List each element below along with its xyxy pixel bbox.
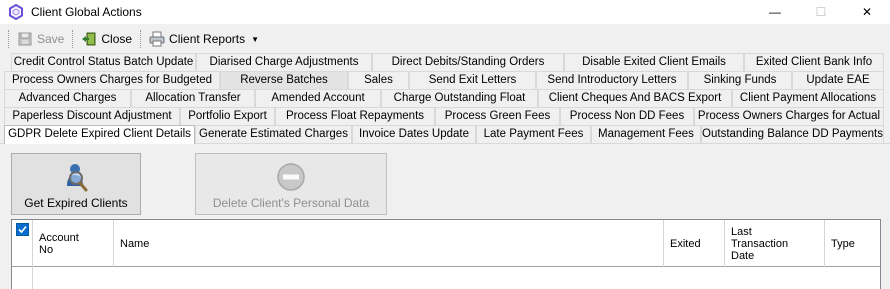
printer-icon (149, 31, 165, 47)
tab-invoice-dates-update[interactable]: Invoice Dates Update (352, 125, 476, 143)
select-all-checkbox[interactable] (15, 223, 29, 236)
close-button[interactable]: Close (77, 28, 136, 50)
window-title: Client Global Actions (31, 5, 142, 19)
delete-personal-data-button[interactable]: Delete Client's Personal Data (195, 153, 387, 215)
tab-exited-client-bank-info[interactable]: Exited Client Bank Info (744, 53, 884, 71)
get-expired-clients-label: Get Expired Clients (24, 196, 128, 210)
tab-diarised-charge-adjustments[interactable]: Diarised Charge Adjustments (196, 53, 372, 71)
tab-process-owners-charges-budgeted[interactable]: Process Owners Charges for Budgeted (4, 71, 220, 89)
tab-update-eae[interactable]: Update EAE (792, 71, 884, 89)
tab-portfolio-export[interactable]: Portfolio Export (180, 107, 275, 125)
tab-outstanding-balance-dd-payments[interactable]: Outstanding Balance DD Payments (701, 125, 884, 143)
tab-row-2: Process Owners Charges for Budgeted Reve… (0, 71, 890, 89)
tab-generate-estimated-charges[interactable]: Generate Estimated Charges (195, 125, 352, 143)
close-window-button[interactable]: ✕ (844, 0, 890, 24)
app-logo-icon (9, 4, 23, 20)
tab-sinking-funds[interactable]: Sinking Funds (688, 71, 792, 89)
toolbar-separator (72, 30, 74, 48)
chevron-down-icon: ▼ (251, 34, 259, 44)
tab-client-cheques-bacs-export[interactable]: Client Cheques And BACS Export (538, 89, 732, 107)
gdpr-tab-page: Get Expired Clients Delete Client's Pers… (0, 143, 890, 289)
grid-header: Account No Name Exited Last Transaction … (12, 220, 880, 267)
tab-direct-debits-standing-orders[interactable]: Direct Debits/Standing Orders (372, 53, 564, 71)
maximize-button[interactable]: ☐ (798, 0, 844, 24)
remove-circle-icon (277, 163, 305, 191)
tab-gdpr-delete-expired-client-details[interactable]: GDPR Delete Expired Client Details (4, 125, 195, 144)
column-type[interactable]: Type (825, 220, 880, 267)
tab-row-5: GDPR Delete Expired Client Details Gener… (0, 125, 890, 144)
tab-client-payment-allocations[interactable]: Client Payment Allocations (732, 89, 884, 107)
tab-send-introductory-letters[interactable]: Send Introductory Letters (536, 71, 688, 89)
person-search-icon (67, 164, 88, 192)
column-exited[interactable]: Exited (664, 220, 725, 267)
tab-row-4: Paperless Discount Adjustment Portfolio … (0, 107, 890, 125)
column-last-transaction-date[interactable]: Last Transaction Date (725, 220, 825, 267)
tab-credit-control-status-batch-update[interactable]: Credit Control Status Batch Update (11, 53, 196, 71)
tab-process-float-repayments[interactable]: Process Float Repayments (275, 107, 435, 125)
save-icon (18, 32, 32, 46)
tab-process-owners-charges-actual[interactable]: Process Owners Charges for Actual (694, 107, 884, 125)
toolbar-separator (140, 30, 142, 48)
client-reports-label: Client Reports (169, 32, 246, 46)
tab-late-payment-fees[interactable]: Late Payment Fees (476, 125, 591, 143)
select-all-column (12, 220, 33, 267)
tab-reverse-batches[interactable]: Reverse Batches (220, 71, 348, 89)
delete-personal-data-label: Delete Client's Personal Data (212, 196, 370, 210)
toolbar-grip (8, 30, 9, 48)
tab-paperless-discount-adjustment[interactable]: Paperless Discount Adjustment (4, 107, 180, 125)
tab-process-non-dd-fees[interactable]: Process Non DD Fees (560, 107, 694, 125)
get-expired-clients-button[interactable]: Get Expired Clients (11, 153, 141, 215)
client-reports-dropdown[interactable]: Client Reports ▼ (145, 28, 263, 50)
tab-row-3: Advanced Charges Allocation Transfer Ame… (0, 89, 890, 107)
save-button[interactable]: Save (13, 28, 68, 50)
toolbar: Save Close Client Reports ▼ (0, 26, 890, 52)
tab-amended-account[interactable]: Amended Account (255, 89, 381, 107)
tab-advanced-charges[interactable]: Advanced Charges (4, 89, 131, 107)
exit-door-icon (82, 32, 96, 46)
column-name[interactable]: Name (114, 220, 664, 267)
tab-charge-outstanding-float[interactable]: Charge Outstanding Float (381, 89, 538, 107)
title-bar: Client Global Actions — ☐ ✕ (0, 0, 890, 24)
save-label: Save (37, 32, 65, 46)
tab-send-exit-letters[interactable]: Send Exit Letters (409, 71, 536, 89)
close-label: Close (101, 32, 133, 46)
tab-disable-exited-client-emails[interactable]: Disable Exited Client Emails (564, 53, 744, 71)
row-selector-cell (12, 267, 33, 289)
column-account-no[interactable]: Account No (33, 220, 114, 267)
tab-row-1: Credit Control Status Batch Update Diari… (0, 53, 890, 71)
minimize-button[interactable]: — (752, 0, 798, 24)
tab-allocation-transfer[interactable]: Allocation Transfer (131, 89, 255, 107)
tab-process-green-fees[interactable]: Process Green Fees (435, 107, 560, 125)
checkmark-icon (17, 225, 27, 234)
tab-management-fees[interactable]: Management Fees (591, 125, 701, 143)
tab-sales[interactable]: Sales (348, 71, 409, 89)
clients-grid: Account No Name Exited Last Transaction … (11, 219, 881, 289)
